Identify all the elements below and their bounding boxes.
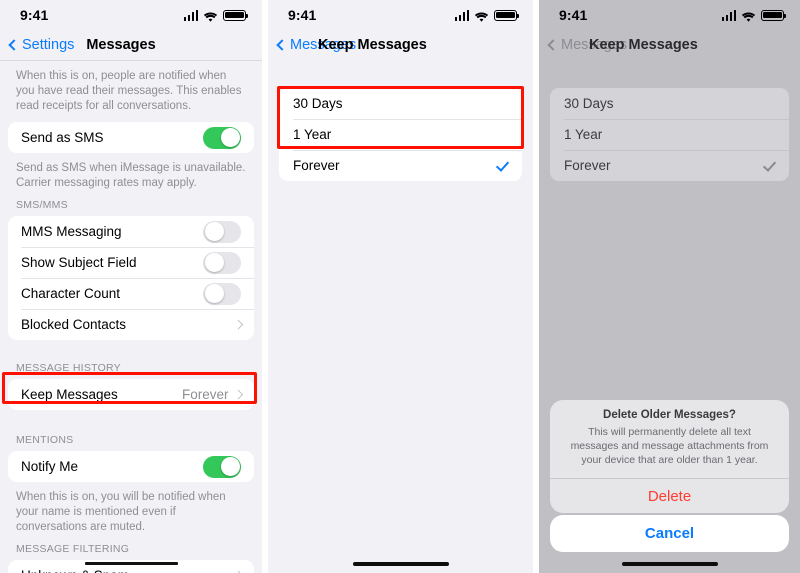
- group-header-message-filtering: MESSAGE FILTERING: [16, 543, 130, 555]
- row-character-count[interactable]: Character Count: [8, 278, 254, 309]
- character-count-toggle[interactable]: [203, 282, 241, 305]
- back-label: Messages: [290, 37, 357, 53]
- status-bar: 9:41: [0, 0, 262, 30]
- row-label: MMS Messaging: [21, 224, 122, 239]
- option-1-year[interactable]: 1 Year: [279, 119, 522, 150]
- row-label: Keep Messages: [21, 387, 118, 402]
- row-mms-messaging[interactable]: MMS Messaging: [8, 216, 254, 247]
- redaction-bar: [85, 562, 178, 565]
- navigation-bar: Settings Messages: [0, 30, 262, 60]
- option-forever[interactable]: Forever: [550, 150, 789, 181]
- row-label: Send as SMS: [21, 130, 104, 145]
- wifi-icon: [474, 10, 489, 22]
- row-send-as-sms[interactable]: Send as SMS: [8, 122, 254, 153]
- back-to-messages-button[interactable]: Messages: [276, 37, 357, 53]
- option-label: 1 Year: [564, 127, 603, 142]
- cancel-button[interactable]: Cancel: [550, 515, 789, 552]
- row-label: Character Count: [21, 286, 121, 301]
- row-label: Show Subject Field: [21, 255, 137, 270]
- check-icon: [495, 159, 508, 172]
- notify-me-toggle[interactable]: [203, 455, 241, 478]
- delete-button[interactable]: Delete: [550, 479, 789, 513]
- settings-scroll-area[interactable]: When this is on, people are notified whe…: [0, 61, 262, 573]
- back-to-messages-button[interactable]: Messages: [547, 37, 628, 53]
- navigation-bar: Messages Keep Messages: [539, 30, 800, 60]
- row-accessory: [233, 319, 243, 330]
- group-header-message-history: MESSAGE HISTORY: [16, 362, 121, 374]
- chevron-left-icon: [276, 39, 288, 51]
- back-label: Settings: [22, 37, 75, 53]
- cellular-bars-icon: [454, 9, 469, 21]
- show-subject-field-toggle[interactable]: [203, 251, 241, 274]
- keep-messages-value: Forever: [181, 387, 229, 402]
- option-label: Forever: [564, 158, 611, 173]
- check-icon: [762, 159, 775, 172]
- back-to-settings-button[interactable]: Settings: [8, 37, 75, 53]
- three-panel-screenshot: 9:41 Settings Messages When this is on, …: [0, 0, 800, 573]
- option-label: 1 Year: [293, 127, 332, 142]
- chevron-left-icon: [547, 39, 559, 51]
- message-history-card: Keep Messages Forever: [8, 379, 254, 410]
- status-bar-time: 9:41: [559, 7, 588, 23]
- row-label: Unknown & Spam: [21, 568, 129, 573]
- read-receipts-footnote: When this is on, people are notified whe…: [16, 70, 242, 112]
- send-as-sms-toggle[interactable]: [203, 126, 241, 149]
- group-header-sms-mms: SMS/MMS: [16, 199, 68, 211]
- chevron-right-icon: [233, 319, 243, 330]
- status-bar: 9:41: [539, 0, 800, 30]
- sms-mms-card: MMS Messaging Show Subject Field Charact…: [8, 216, 254, 340]
- option-1-year[interactable]: 1 Year: [550, 119, 789, 150]
- wifi-icon: [741, 10, 756, 22]
- alert-text-block: Delete Older Messages? This will permane…: [550, 400, 789, 478]
- status-bar-time: 9:41: [288, 7, 317, 23]
- navigation-bar: Messages Keep Messages: [268, 30, 533, 60]
- delete-confirmation-alert: Delete Older Messages? This will permane…: [550, 400, 789, 513]
- mentions-card: Notify Me: [8, 451, 254, 482]
- option-label: Forever: [293, 158, 340, 173]
- back-label: Messages: [561, 37, 628, 53]
- phone-screen-keep-messages-picker: 9:41 Messages Keep Messages 30 Days 1 Ye…: [268, 0, 533, 573]
- battery-icon: [761, 9, 786, 21]
- send-as-sms-card: Send as SMS: [8, 122, 254, 153]
- send-as-sms-footnote: Send as SMS when iMessage is unavailable…: [16, 162, 246, 189]
- option-label: 30 Days: [564, 96, 614, 111]
- cellular-bars-icon: [183, 9, 198, 21]
- home-indicator: [621, 562, 718, 566]
- status-bar-time: 9:41: [20, 7, 49, 23]
- keep-messages-options-card: 30 Days 1 Year Forever: [550, 88, 789, 181]
- mms-messaging-toggle[interactable]: [203, 220, 241, 243]
- battery-icon: [223, 9, 248, 21]
- option-label: 30 Days: [293, 96, 343, 111]
- row-blocked-contacts[interactable]: Blocked Contacts: [8, 309, 254, 340]
- row-label: Blocked Contacts: [21, 317, 127, 332]
- status-bar-icons: [454, 9, 519, 22]
- row-accessory: Forever: [181, 387, 243, 402]
- keep-messages-options-card: 30 Days 1 Year Forever: [279, 88, 522, 181]
- mentions-footnote: When this is on, you will be notified wh…: [16, 491, 226, 533]
- wifi-icon: [203, 10, 218, 22]
- row-keep-messages[interactable]: Keep Messages Forever: [8, 379, 254, 410]
- group-header-mentions: MENTIONS: [16, 434, 74, 446]
- alert-title: Delete Older Messages?: [603, 409, 736, 421]
- home-indicator: [352, 562, 449, 566]
- row-show-subject-field[interactable]: Show Subject Field: [8, 247, 254, 278]
- chevron-left-icon: [8, 39, 20, 51]
- phone-screen-messages-settings: 9:41 Settings Messages When this is on, …: [0, 0, 262, 573]
- status-bar-icons: [183, 9, 248, 22]
- row-notify-me[interactable]: Notify Me: [8, 451, 254, 482]
- option-forever[interactable]: Forever: [279, 150, 522, 181]
- alert-message: This will permanently delete all text me…: [570, 426, 769, 466]
- phone-screen-delete-confirmation: 9:41 Messages Keep Messages 30 Days 1 Ye…: [539, 0, 800, 573]
- row-label: Notify Me: [21, 459, 79, 474]
- status-bar: 9:41: [268, 0, 533, 30]
- battery-icon: [494, 9, 519, 21]
- cellular-bars-icon: [721, 9, 736, 21]
- status-bar-icons: [721, 9, 786, 22]
- option-30-days[interactable]: 30 Days: [279, 88, 522, 119]
- chevron-right-icon: [233, 389, 243, 400]
- option-30-days[interactable]: 30 Days: [550, 88, 789, 119]
